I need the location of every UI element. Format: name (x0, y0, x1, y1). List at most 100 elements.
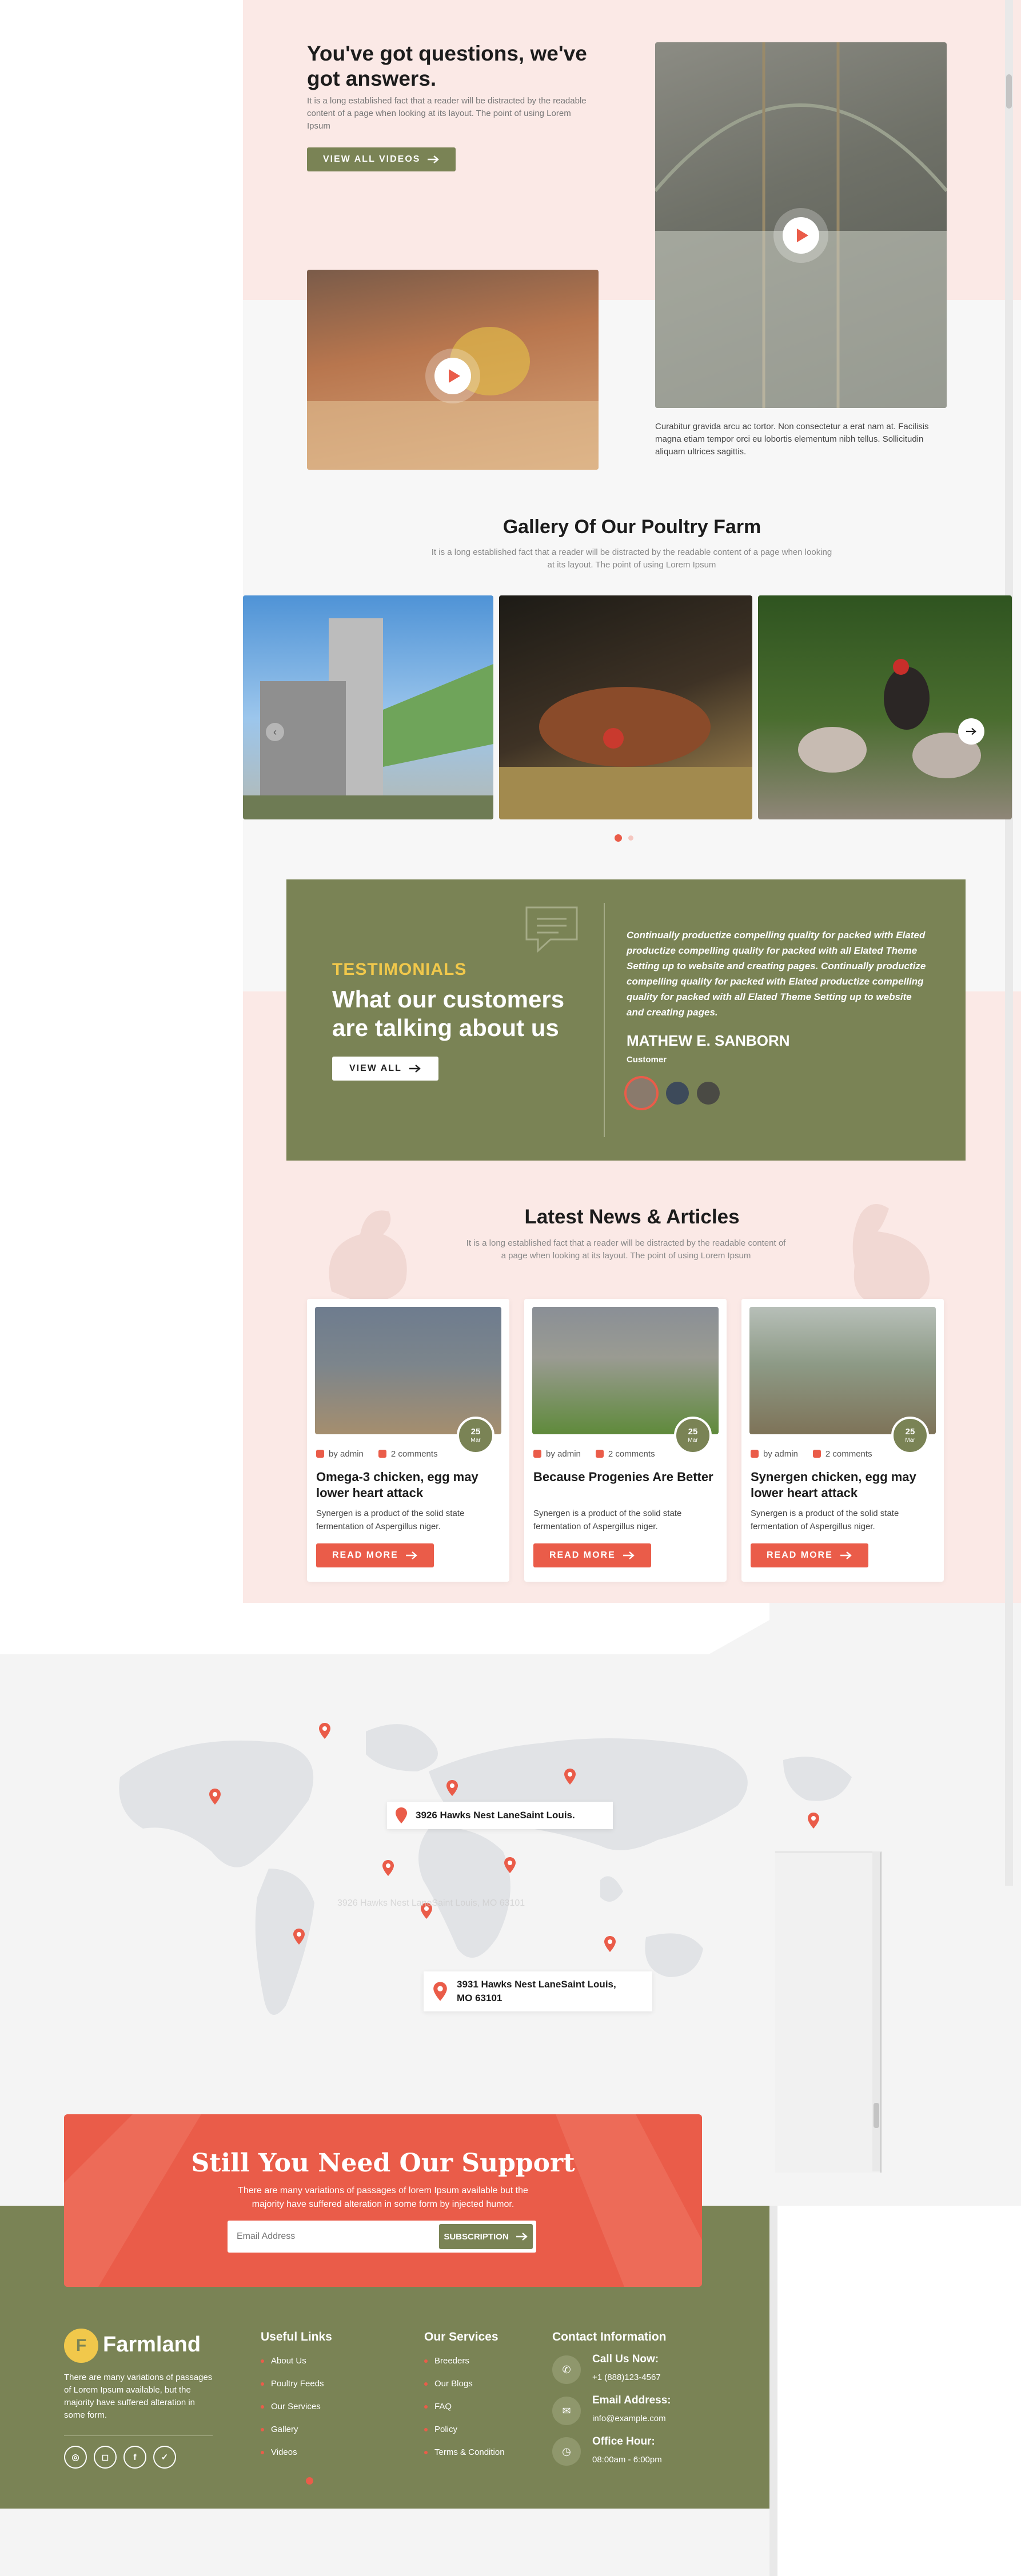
testimonial-divider (604, 903, 605, 1137)
video-caption: Curabitur gravida arcu ac tortor. Non co… (655, 422, 929, 457)
news-card-image[interactable] (315, 1307, 501, 1434)
news-card[interactable]: 25 Mar by admin 2 comments Because Progeni… (524, 1299, 727, 1582)
inner-scrollbar-thumb[interactable] (1006, 74, 1012, 109)
map-pin-icon[interactable] (446, 1780, 458, 1796)
map-pin-icon[interactable] (382, 1860, 394, 1876)
gallery-next-arrow[interactable] (958, 718, 984, 745)
hours-label: Office Hour: (592, 2435, 655, 2447)
news-card-image[interactable] (532, 1307, 719, 1434)
facebook-icon[interactable]: f (123, 2446, 146, 2469)
user-icon (316, 1450, 324, 1458)
footer-link-about[interactable]: About Us (261, 2356, 324, 2366)
gallery-title: Gallery Of Our Poultry Farm (502, 516, 761, 538)
gallery-dot-active[interactable] (615, 834, 622, 842)
map-address-tooltip: 3931 Hawks Nest LaneSaint Louis, MO 6310… (424, 1971, 652, 2011)
footer-link-policy[interactable]: Policy (424, 2425, 505, 2434)
news-card-text: Synergen is a product of the solid state… (316, 1509, 465, 1531)
email-icon: ✉ (552, 2397, 581, 2425)
map-pin-icon[interactable] (209, 1789, 221, 1805)
read-more-button[interactable]: READ MORE (751, 1543, 868, 1567)
email-label: Email Address: (592, 2394, 671, 2406)
footer-scrollbar-track[interactable] (769, 2206, 777, 2576)
news-card-title[interactable]: Omega-3 chicken, egg may lower heart att… (316, 1469, 499, 1501)
map-pin-icon[interactable] (604, 1936, 616, 1952)
email-value[interactable]: info@example.com (592, 2414, 666, 2423)
inner-scrollbar-track[interactable] (1005, 0, 1013, 1886)
arrow-right-icon (516, 2233, 528, 2241)
gallery-image-chickens[interactable] (758, 595, 1012, 819)
arrow-right-icon (623, 1551, 635, 1559)
farmland-logo-icon[interactable]: F (64, 2329, 98, 2363)
social-links: ◎ ◻ f ✓ (64, 2446, 176, 2469)
gallery-image-feeding[interactable] (499, 595, 752, 819)
arrow-right-icon (405, 1551, 417, 1559)
footer-link-gallery[interactable]: Gallery (261, 2425, 324, 2434)
arrow-right-icon (409, 1065, 421, 1073)
read-more-button[interactable]: READ MORE (316, 1543, 434, 1567)
gallery-prev-arrow[interactable]: ‹ (266, 723, 284, 741)
whatsapp-icon[interactable]: ◎ (64, 2446, 87, 2469)
frame-scrollbar-thumb[interactable] (874, 2103, 879, 2128)
news-card-title[interactable]: Because Progenies Are Better (533, 1469, 716, 1485)
barn-illustration (243, 618, 493, 819)
play-button[interactable] (783, 217, 819, 254)
instagram-icon[interactable]: ◻ (94, 2446, 117, 2469)
play-button[interactable] (434, 358, 471, 394)
view-all-videos-label: VIEW ALL VIDEOS (323, 154, 421, 164)
avatar[interactable] (697, 1082, 720, 1105)
video-thumbnail-small[interactable] (307, 270, 599, 470)
news-title: Latest News & Articles (524, 1206, 740, 1228)
call-label: Call Us Now: (592, 2353, 659, 2365)
map-pin-icon[interactable] (293, 1929, 305, 1945)
news-card[interactable]: 25 Mar by admin 2 comments Synergen chicke… (741, 1299, 944, 1582)
footer-link-breeders[interactable]: Breeders (424, 2356, 505, 2366)
author-meta: by admin (751, 1449, 798, 1459)
brand-name[interactable]: Farmland (103, 2333, 201, 2357)
footer-link-videos[interactable]: Videos (261, 2447, 324, 2457)
useful-links-title: Useful Links (261, 2330, 332, 2343)
view-all-testimonials-button[interactable]: VIEW ALL (332, 1057, 438, 1081)
hen-feeding-illustration (499, 687, 752, 819)
footer-link-terms[interactable]: Terms & Condition (424, 2447, 505, 2457)
map-pin-icon[interactable] (807, 1813, 820, 1829)
useful-links-list: About Us Poultry Feeds Our Services Gall… (261, 2356, 324, 2470)
user-icon (751, 1450, 759, 1458)
map-pin-icon[interactable] (318, 1723, 331, 1739)
news-card-title[interactable]: Synergen chicken, egg may lower heart at… (751, 1469, 934, 1501)
services-list: Breeders Our Blogs FAQ Policy Terms & Co… (424, 2356, 505, 2470)
news-card[interactable]: 25 Mar by admin 2 comments Omega-3 chicken… (307, 1299, 509, 1582)
view-all-videos-button[interactable]: VIEW ALL VIDEOS (307, 147, 456, 171)
footer-link-services[interactable]: Our Services (261, 2402, 324, 2411)
footer-link-poultry-feeds[interactable]: Poultry Feeds (261, 2379, 324, 2389)
avatar-active[interactable] (627, 1078, 656, 1108)
subscription-button[interactable]: SUBSCRIPTION (439, 2224, 533, 2249)
news-card-image[interactable] (749, 1307, 936, 1434)
read-more-button[interactable]: READ MORE (533, 1543, 651, 1567)
video-thumbnail-large[interactable] (655, 42, 947, 408)
footer-link-faq[interactable]: FAQ (424, 2402, 505, 2411)
map-address-tooltip: 3926 Hawks Nest LaneSaint Louis. (387, 1802, 613, 1829)
call-value[interactable]: +1 (888)123-4567 (592, 2373, 661, 2382)
testimonial-role: Customer (627, 1055, 667, 1065)
testimonial-quote: Continually productize compelling qualit… (627, 930, 926, 1018)
footer-link-blogs[interactable]: Our Blogs (424, 2379, 505, 2389)
hours-value: 08:00am - 6:00pm (592, 2455, 662, 2465)
email-input[interactable] (236, 2227, 432, 2246)
map-pin-icon[interactable] (504, 1857, 516, 1873)
quote-bubble-icon (525, 906, 578, 953)
phone-icon: ✆ (552, 2355, 581, 2384)
testimonials-eyebrow: TESTIMONIALS (332, 960, 467, 979)
clock-icon: ◷ (552, 2437, 581, 2466)
map-pin-icon[interactable] (564, 1769, 576, 1785)
twitter-icon[interactable]: ✓ (153, 2446, 176, 2469)
footer-about: There are many variations of passages of… (64, 2373, 213, 2420)
news-card-meta: by admin 2 comments (751, 1449, 872, 1459)
avatar[interactable] (666, 1082, 689, 1105)
chickens-illustration (798, 659, 981, 778)
gallery-dot[interactable] (628, 835, 633, 841)
arrow-right-icon (428, 155, 440, 163)
testimonial-author: MATHEW E. SANBORN (627, 1032, 790, 1049)
support-text: There are many variations of passages of… (238, 2186, 528, 2209)
comment-icon (812, 1450, 821, 1458)
gallery-image-barn[interactable] (243, 595, 493, 819)
